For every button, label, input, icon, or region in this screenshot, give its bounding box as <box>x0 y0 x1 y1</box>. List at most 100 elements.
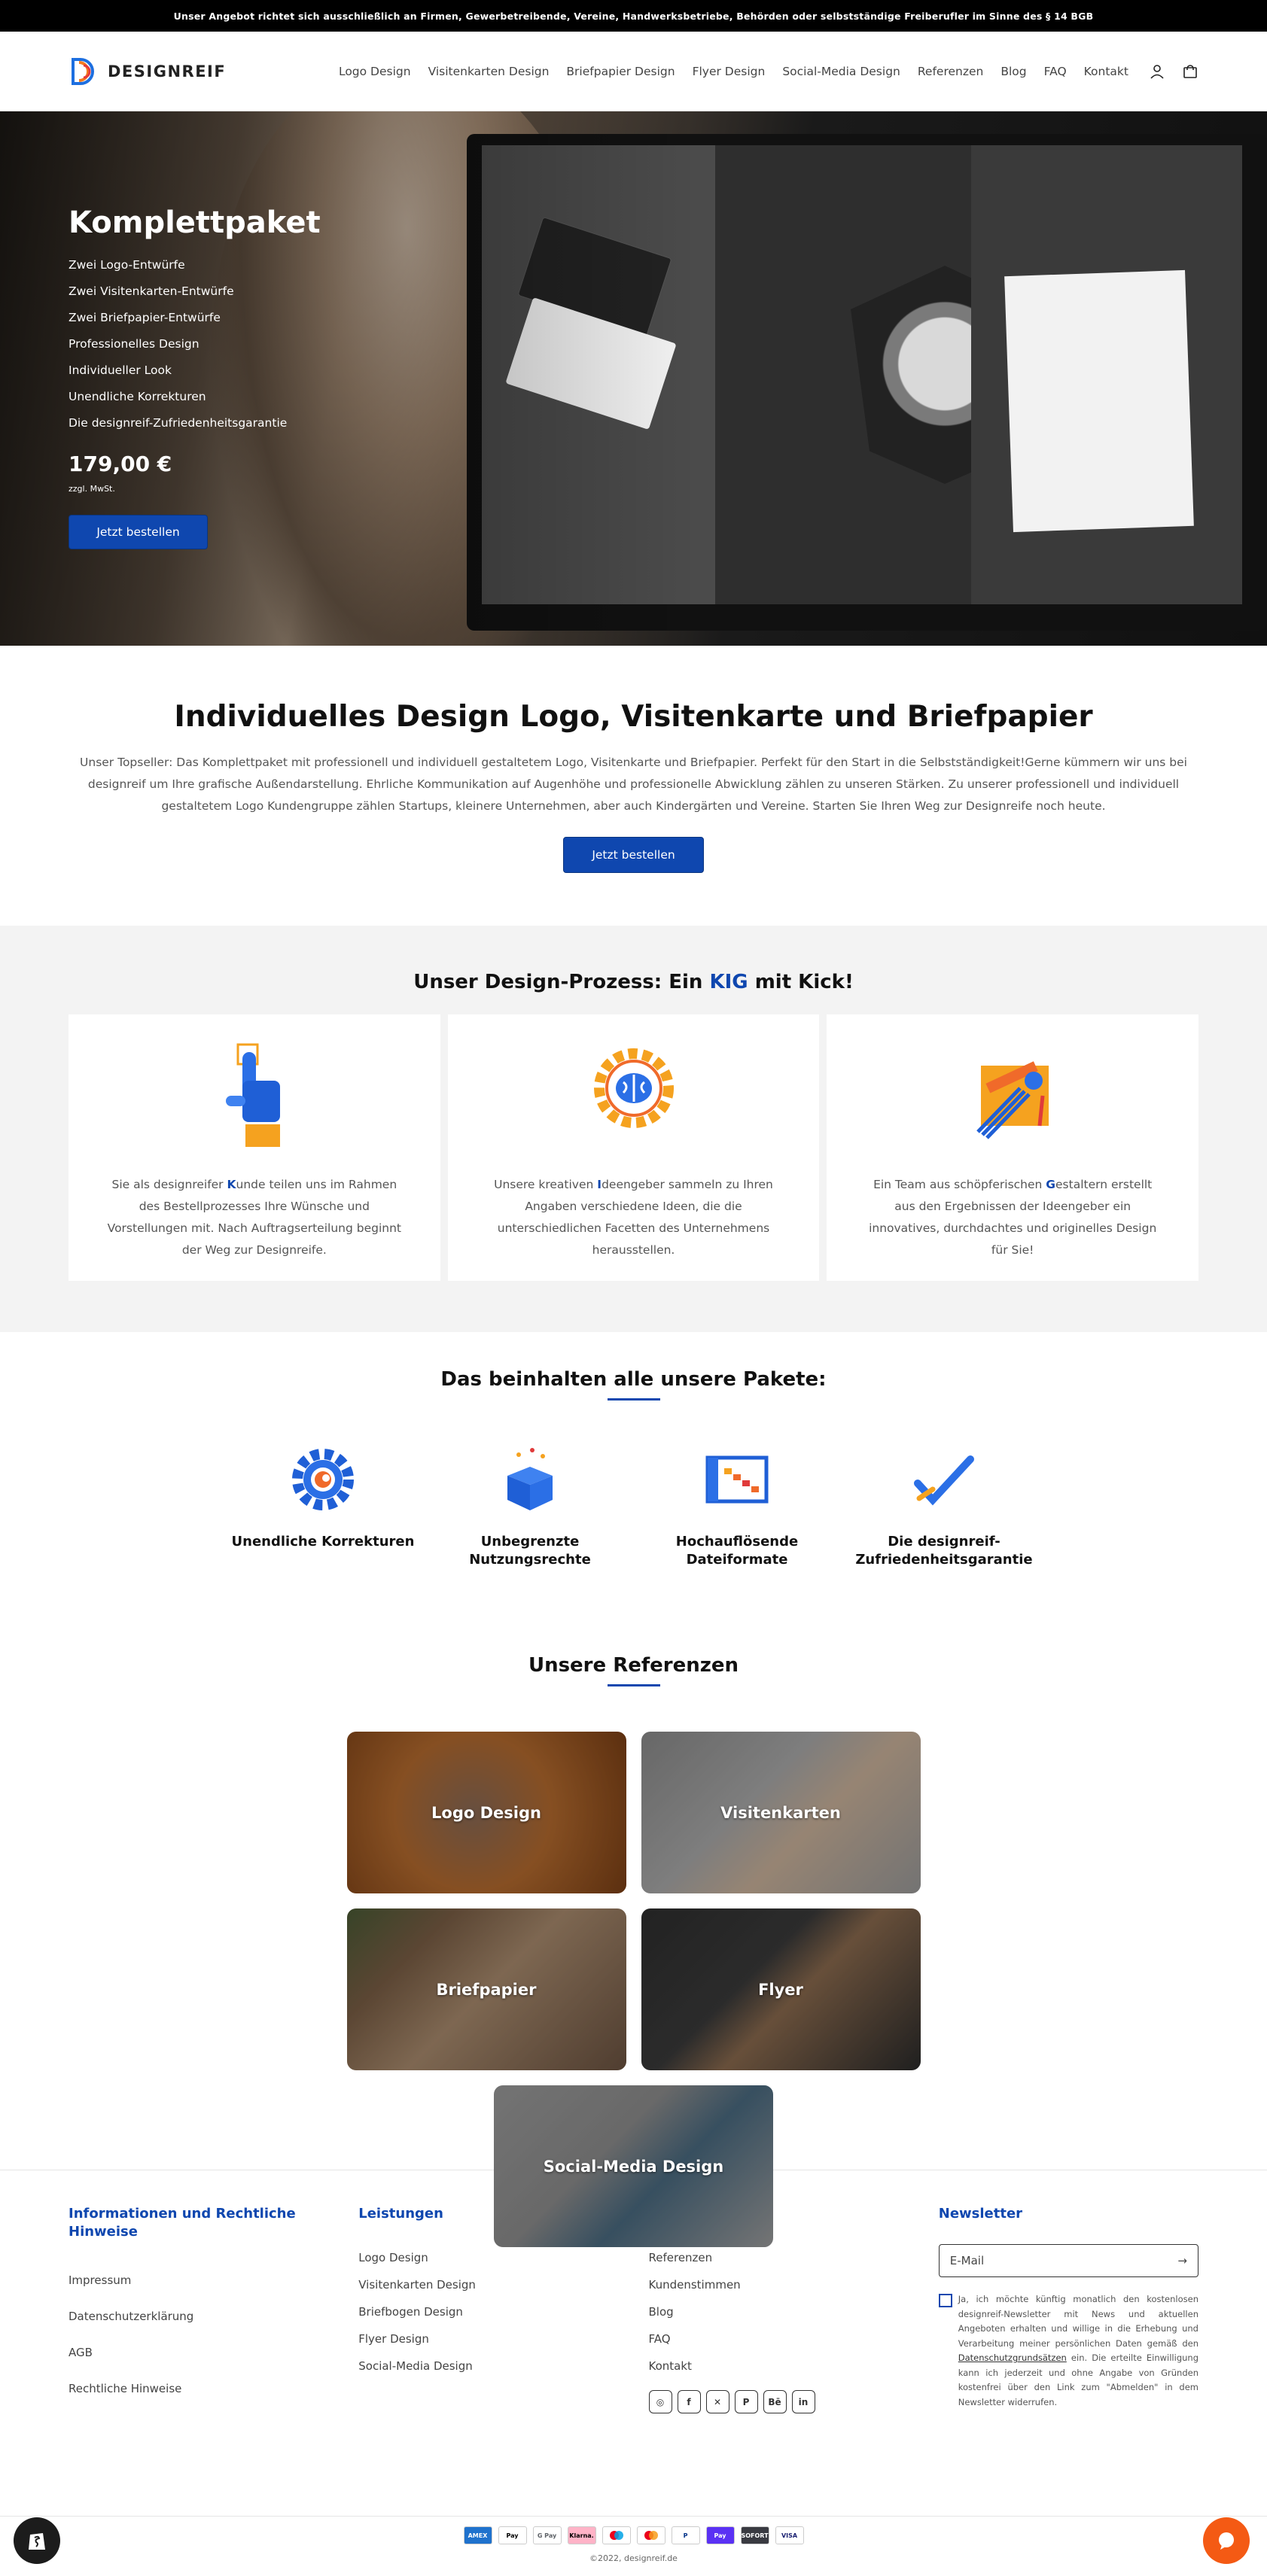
screen-pixels-icon <box>705 1455 769 1504</box>
xing-icon[interactable]: ✕ <box>705 2390 729 2413</box>
process-title: Unser Design-Prozess: Ein KIG mit Kick! <box>0 971 1267 993</box>
footer-link-faq[interactable]: FAQ <box>649 2325 909 2352</box>
design-process-section: Unser Design-Prozess: Ein KIG mit Kick! … <box>0 926 1267 1332</box>
email-placeholder: E-Mail <box>949 2254 985 2267</box>
intro-order-button[interactable]: Jetzt bestellen <box>563 837 704 873</box>
brain-gear-icon <box>593 1048 674 1128</box>
footer-link-agb[interactable]: AGB <box>69 2334 328 2371</box>
packages-section: Das beinhalten alle unsere Pakete: Unend… <box>0 1332 1267 1633</box>
intro-text: Unser Topseller: Das Komplettpaket mit p… <box>80 756 1187 813</box>
package-feature: Unbegrenzte Nutzungsrechte <box>431 1446 630 1569</box>
references-section: Unsere Referenzen Logo Design Visitenkar… <box>0 1633 1267 2247</box>
nav-visitenkarten-design[interactable]: Visitenkarten Design <box>428 65 550 78</box>
shop-pay-icon: Pay <box>705 2526 735 2544</box>
hero-feature: Unendliche Korrekturen <box>69 390 206 403</box>
footer-link-referenzen[interactable]: Referenzen <box>649 2244 909 2271</box>
intro-section: Individuelles Design Logo, Visitenkarte … <box>0 646 1267 926</box>
footer-link-flyer-design[interactable]: Flyer Design <box>358 2325 618 2352</box>
facebook-icon[interactable]: f <box>677 2390 701 2413</box>
reference-tile-label: Visitenkarten <box>720 1803 841 1822</box>
consent-checkbox[interactable] <box>938 2294 952 2307</box>
reference-tile-visitenkarten[interactable]: Visitenkarten <box>641 1732 921 1893</box>
footer-link-social-media-design[interactable]: Social-Media Design <box>358 2352 618 2380</box>
footer-bottom: AMEX Pay G Pay Klarna. P Pay SOFORT VISA… <box>0 2516 1267 2576</box>
reference-tile-flyer[interactable]: Flyer <box>641 1908 921 2070</box>
hero-order-button[interactable]: Jetzt bestellen <box>69 515 208 549</box>
cart-icon[interactable] <box>1182 63 1198 80</box>
process-card-ideengeber: Unsere kreativen Ideengeber sammeln zu I… <box>447 1014 820 1281</box>
pinterest-icon[interactable]: P <box>734 2390 758 2413</box>
footer-link-briefbogen-design[interactable]: Briefbogen Design <box>358 2298 618 2325</box>
footer-link-logo-design[interactable]: Logo Design <box>358 2244 618 2271</box>
footer-link-kontakt[interactable]: Kontakt <box>649 2352 909 2380</box>
linkedin-icon[interactable]: in <box>791 2390 815 2413</box>
hero-content: Komplettpaket Zwei Logo-Entwürfe Zwei Vi… <box>69 205 321 549</box>
nav-referenzen[interactable]: Referenzen <box>918 65 984 78</box>
title-underline <box>607 1398 660 1401</box>
footer-col-title: Newsletter <box>938 2206 1023 2222</box>
package-feature-label: Unendliche Korrekturen <box>231 1534 415 1550</box>
announcement-text: Unser Angebot richtet sich ausschließlic… <box>173 10 1094 22</box>
google-pay-icon: G Pay <box>532 2526 562 2544</box>
design-tools-icon <box>976 1061 1049 1139</box>
hero-feature-list: Zwei Logo-Entwürfe Zwei Visitenkarten-En… <box>69 252 321 436</box>
footer-link-datenschutz[interactable]: Datenschutzerklärung <box>69 2298 328 2334</box>
checkmark-icon <box>914 1455 974 1506</box>
footer-col-title: Informationen und Rechtliche Hinweise <box>69 2206 296 2240</box>
reference-tile-logo-design[interactable]: Logo Design <box>346 1732 626 1893</box>
mastercard-icon <box>636 2526 665 2544</box>
nav-blog[interactable]: Blog <box>1001 65 1026 78</box>
packages-title: Das beinhalten alle unsere Pakete: <box>440 1368 827 1391</box>
nav-flyer-design[interactable]: Flyer Design <box>693 65 766 78</box>
consent-text: Ja, ich möchte künftig monatlich den kos… <box>958 2292 1198 2410</box>
logo[interactable]: DESIGNREIF <box>69 55 226 88</box>
arrow-right-icon[interactable]: → <box>1177 2254 1187 2267</box>
footer-col-leistungen: Leistungen Logo Design Visitenkarten Des… <box>358 2205 618 2501</box>
apple-pay-icon: Pay <box>498 2526 527 2544</box>
nav-kontakt[interactable]: Kontakt <box>1084 65 1128 78</box>
nav-briefpapier-design[interactable]: Briefpapier Design <box>566 65 675 78</box>
payment-icons: AMEX Pay G Pay Klarna. P Pay SOFORT VISA <box>0 2526 1267 2544</box>
reference-tile-label: Briefpapier <box>436 1980 537 1999</box>
nav-social-media-design[interactable]: Social-Media Design <box>782 65 900 78</box>
gear-icon <box>292 1449 354 1510</box>
nav-logo-design[interactable]: Logo Design <box>339 65 411 78</box>
process-title-accent: KIG <box>709 971 748 993</box>
footer-link-impressum[interactable]: Impressum <box>69 2262 328 2298</box>
social-links: ◎ f ✕ P Bē in <box>648 2390 909 2413</box>
package-feature: Unendliche Korrekturen <box>224 1446 423 1569</box>
package-feature: Die designreif-Zufriedenheitsgarantie <box>845 1446 1044 1569</box>
hero-price: 179,00 € <box>69 452 172 476</box>
visa-icon: VISA <box>775 2526 804 2544</box>
footer-link-rechtliche-hinweise[interactable]: Rechtliche Hinweise <box>69 2371 328 2407</box>
package-features: Unendliche Korrekturen Unbegrenzte Nutzu… <box>0 1446 1267 1569</box>
amex-icon: AMEX <box>463 2526 492 2544</box>
title-underline <box>607 1684 660 1686</box>
footer-col-info: Informationen und Rechtliche Hinweise Im… <box>69 2205 328 2501</box>
footer-link-kundenstimmen[interactable]: Kundenstimmen <box>649 2271 909 2298</box>
hero-feature: Die designreif-Zufriedenheitsgarantie <box>69 416 288 430</box>
logo-text: DESIGNREIF <box>108 62 227 81</box>
instagram-icon[interactable]: ◎ <box>648 2390 672 2413</box>
hero-feature: Individueller Look <box>69 363 172 377</box>
chat-icon[interactable] <box>1203 2517 1250 2564</box>
footer-link-blog[interactable]: Blog <box>649 2298 909 2325</box>
newsletter-consent: Ja, ich möchte künftig monatlich den kos… <box>938 2292 1198 2410</box>
shopify-icon[interactable] <box>14 2517 60 2564</box>
footer-col-kommunikation: Kommunikation Referenzen Kundenstimmen B… <box>648 2205 909 2501</box>
reference-tile-social-media-design[interactable]: Social-Media Design <box>494 2085 773 2247</box>
newsletter-email-field[interactable]: E-Mail → <box>938 2244 1198 2277</box>
reference-tile-briefpapier[interactable]: Briefpapier <box>346 1908 626 2070</box>
paypal-icon: P <box>671 2526 700 2544</box>
process-card-kunde: Sie als designreifer Kunde teilen uns im… <box>69 1014 440 1281</box>
intro-title: Individuelles Design Logo, Visitenkarte … <box>174 700 1093 734</box>
process-card-gestalter: Ein Team aus schöpferischen Gestaltern e… <box>827 1014 1199 1281</box>
behance-icon[interactable]: Bē <box>763 2390 787 2413</box>
account-icon[interactable] <box>1149 63 1165 80</box>
footer-link-visitenkarten-design[interactable]: Visitenkarten Design <box>358 2271 618 2298</box>
nav-faq[interactable]: FAQ <box>1044 65 1067 78</box>
consent-text-start: Ja, ich möchte künftig monatlich den kos… <box>958 2294 1198 2349</box>
privacy-link[interactable]: Datenschutzgrundsätzen <box>958 2352 1067 2363</box>
hero-feature: Zwei Visitenkarten-Entwürfe <box>69 284 234 298</box>
hand-pointer-icon <box>225 1043 280 1147</box>
